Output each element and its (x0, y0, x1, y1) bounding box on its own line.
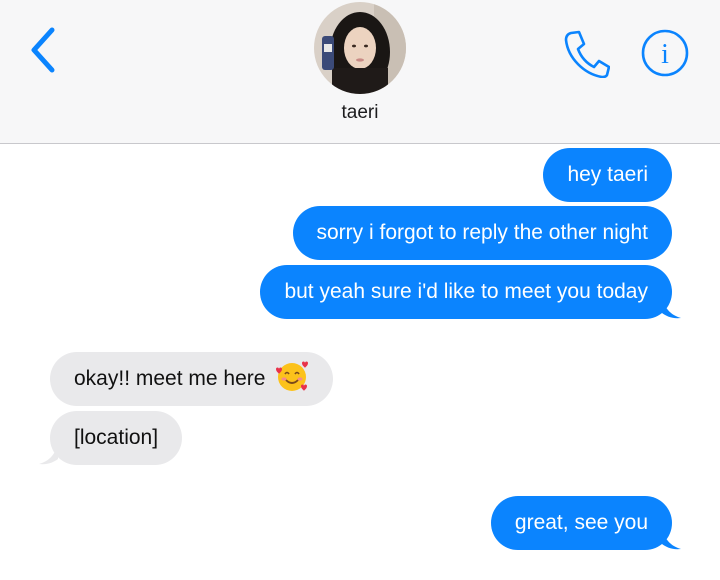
back-button[interactable] (22, 22, 66, 78)
conversation-header: taeri i (0, 0, 720, 144)
phone-icon (564, 30, 611, 79)
message-text: okay!! meet me here (74, 367, 266, 390)
contact-avatar[interactable] (314, 2, 406, 94)
message-text: sorry i forgot to reply the other night (316, 221, 649, 244)
message-bubble-sent[interactable]: sorry i forgot to reply the other night (292, 206, 672, 260)
bubble-tail (662, 528, 681, 550)
message-bubble-sent[interactable]: great, see you (490, 496, 672, 550)
call-button[interactable] (562, 28, 611, 79)
message-bubble-sent[interactable]: but yeah sure i'd like to meet you today (260, 265, 672, 319)
message-text: but yeah sure i'd like to meet you today (284, 280, 648, 303)
contact-photo (314, 2, 406, 94)
svg-text:i: i (661, 39, 669, 70)
message-thread: hey taeri sorry i forgot to reply the ot… (0, 144, 720, 580)
message-text: great, see you (514, 511, 648, 534)
message-bubble-sent[interactable]: hey taeri (543, 148, 672, 202)
info-button[interactable]: i (640, 28, 690, 78)
info-icon: i (641, 29, 689, 77)
contact-name[interactable]: taeri (0, 102, 720, 124)
bubble-tail (39, 443, 58, 465)
bubble-tail (662, 297, 681, 319)
message-bubble-received[interactable]: okay!! meet me here (50, 352, 334, 406)
chevron-left-icon (31, 27, 55, 73)
message-text: [location] (74, 426, 159, 449)
smiling-face-with-hearts-icon (276, 361, 309, 392)
message-bubble-received[interactable]: [location] (50, 411, 183, 465)
message-text: hey taeri (567, 163, 648, 186)
